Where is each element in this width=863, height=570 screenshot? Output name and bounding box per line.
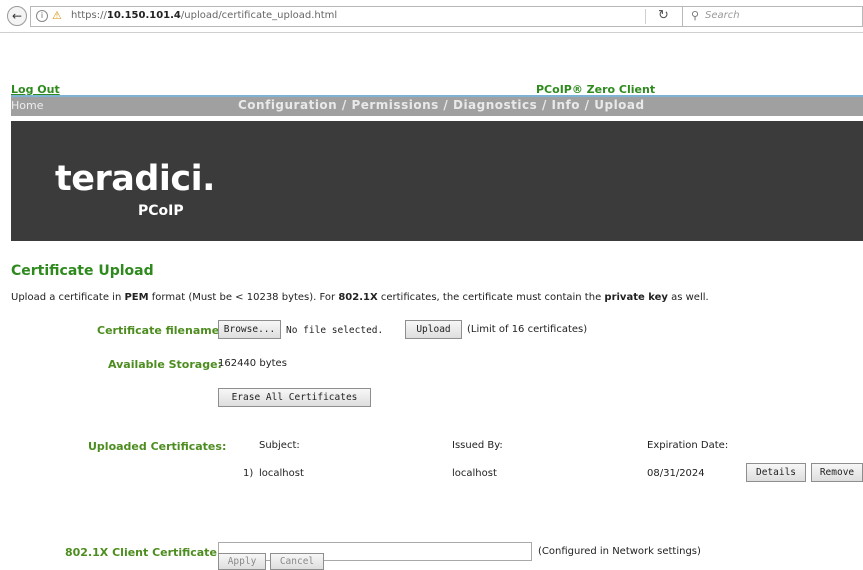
cert-subject: localhost — [259, 468, 304, 479]
apply-button[interactable]: Apply — [218, 553, 266, 570]
url-divider — [645, 9, 646, 24]
erase-all-certificates-button[interactable]: Erase All Certificates — [218, 388, 371, 407]
cert-issued-by: localhost — [452, 468, 497, 479]
issued-by-column-header: Issued By: — [452, 440, 503, 451]
cancel-button[interactable]: Cancel — [270, 553, 324, 570]
url-bar[interactable]: i ⚠ https://10.150.101.4/upload/certific… — [30, 6, 712, 27]
subject-column-header: Subject: — [259, 440, 300, 451]
teradici-logo: teradici. — [55, 159, 215, 199]
available-storage-label: Available Storage: — [108, 358, 222, 371]
intro-part-4: as well. — [667, 292, 709, 303]
nav-menu[interactable]: Configuration / Permissions / Diagnostic… — [238, 98, 645, 112]
url-path: /upload/certificate_upload.html — [180, 10, 338, 21]
uploaded-certificates-label: Uploaded Certificates: — [88, 440, 227, 453]
url-text: https://10.150.101.4/upload/certificate_… — [71, 10, 337, 21]
intro-private-key: private key — [604, 292, 668, 303]
logo-dot: . — [202, 159, 215, 199]
limit-text: (Limit of 16 certificates) — [467, 324, 588, 335]
intro-pem: PEM — [124, 292, 149, 303]
url-prefix: https:// — [71, 10, 107, 21]
certificate-filename-label: Certificate filename: — [97, 324, 224, 337]
browse-button[interactable]: Browse... — [218, 320, 281, 339]
page-title: Certificate Upload — [11, 263, 154, 279]
available-storage-value: 162440 bytes — [218, 358, 287, 369]
remove-button[interactable]: Remove — [811, 463, 863, 482]
intro-part-3: certificates, the certificate must conta… — [377, 292, 605, 303]
intro-text: Upload a certificate in PEM format (Must… — [11, 292, 709, 303]
search-icon: ⚲ — [691, 9, 700, 22]
expiration-date-column-header: Expiration Date: — [647, 440, 729, 451]
cert-index: 1) — [243, 468, 254, 479]
logo-text: teradici — [55, 159, 203, 199]
search-placeholder: Search — [705, 10, 740, 21]
client-certificate-label: 802.1X Client Certificate: — [65, 546, 222, 559]
teradici-banner: teradici. PCoIP — [11, 121, 863, 241]
upload-button[interactable]: Upload — [405, 320, 462, 339]
no-file-selected-text: No file selected. — [286, 325, 384, 336]
pcoip-logo-text: PCoIP — [138, 203, 184, 219]
intro-part-2: format (Must be < 10238 bytes). For — [148, 292, 339, 303]
lock-warning-icon[interactable]: ⚠ — [52, 9, 66, 23]
reload-icon[interactable]: ↻ — [658, 8, 669, 23]
details-button[interactable]: Details — [746, 463, 806, 482]
cert-expiration: 08/31/2024 — [647, 468, 705, 479]
search-input[interactable]: ⚲ Search — [682, 6, 863, 27]
back-arrow-icon[interactable]: ← — [7, 6, 27, 26]
intro-8021x: 802.1X — [338, 292, 378, 303]
url-host: 10.150.101.4 — [106, 10, 181, 21]
nav-bar: Home Configuration / Permissions / Diagn… — [11, 95, 863, 116]
browser-toolbar: ← i ⚠ https://10.150.101.4/upload/certif… — [0, 0, 863, 33]
info-icon[interactable]: i — [36, 10, 48, 22]
intro-part-1: Upload a certificate in — [11, 292, 125, 303]
nav-home-link[interactable]: Home — [11, 99, 43, 112]
client-certificate-note: (Configured in Network settings) — [538, 546, 701, 557]
